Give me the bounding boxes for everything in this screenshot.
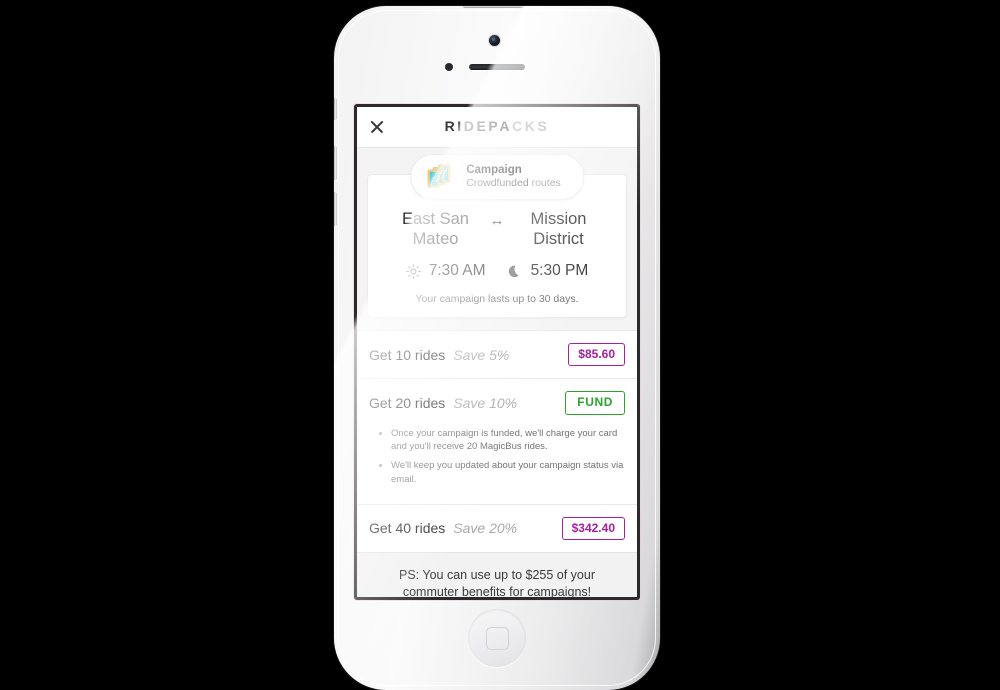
pack-label: Get 10 rides: [369, 346, 446, 363]
pack-save-label: Save 20%: [453, 520, 518, 537]
earpiece-speaker-icon: [469, 64, 525, 70]
route-destination: Mission District: [530, 210, 587, 249]
pack-row[interactable]: Get 40 rides Save 20% $342.40: [357, 503, 637, 552]
moon-icon: [508, 265, 519, 277]
campaign-card-wrapper: Campaign Crowdfunded routes East San Mat…: [357, 148, 637, 319]
power-button[interactable]: [462, 6, 524, 8]
pack-price-button[interactable]: $85.60: [568, 343, 625, 367]
pack-detail-item: We'll keep you updated about your campai…: [391, 459, 625, 487]
campaign-duration-note: Your campaign lasts up to 30 days.: [415, 293, 579, 306]
map-cards-icon: [427, 164, 451, 188]
pack-header[interactable]: Get 40 rides Save 20% $342.40: [357, 505, 637, 552]
section-gap: [357, 318, 637, 331]
commuter-benefits-note: PS: You can use up to $255 of your commu…: [357, 551, 637, 597]
route-origin: East San Mateo: [402, 210, 469, 249]
fund-button[interactable]: FUND: [565, 391, 625, 415]
campaign-card: Campaign Crowdfunded routes East San Mat…: [367, 154, 627, 319]
route-times: 7:30 AM 5:30 PM: [378, 262, 616, 280]
morning-time: 7:30 AM: [428, 262, 486, 280]
pack-save-label: Save 10%: [453, 395, 518, 412]
pack-detail-item: Once your campaign is funded, we'll char…: [391, 427, 625, 455]
page-title: RIDEPACKS: [357, 118, 637, 134]
home-button[interactable]: [468, 609, 526, 667]
pack-label: Get 40 rides: [369, 520, 446, 537]
silent-switch[interactable]: [334, 98, 337, 120]
campaign-badge-subtitle-strong: Crowdfunded: [466, 177, 529, 190]
volume-up-button[interactable]: [334, 146, 337, 180]
front-camera-icon: [489, 35, 500, 46]
pack-row[interactable]: Get 20 rides Save 10% FUND Once your cam…: [357, 378, 637, 504]
app-header: RIDEPACKS: [357, 107, 637, 148]
morning-departure: 7:30 AM: [405, 262, 486, 280]
campaign-badge-subtitle-rest: routes: [528, 177, 561, 190]
evening-departure: 5:30 PM: [508, 262, 589, 280]
pack-details: Once your campaign is funded, we'll char…: [357, 427, 637, 504]
app-body: Campaign Crowdfunded routes East San Mat…: [357, 148, 637, 597]
pack-price-button[interactable]: $342.40: [561, 516, 625, 540]
phone-screen: RIDEPACKS Campaign Crowdfunded routes Ea…: [357, 107, 637, 597]
campaign-badge[interactable]: Campaign Crowdfunded routes: [410, 154, 584, 200]
home-button-square-icon: [486, 627, 509, 650]
pack-row[interactable]: Get 10 rides Save 5% $85.60: [357, 330, 637, 379]
evening-time: 5:30 PM: [530, 262, 589, 280]
page-title-dark: RIDEPA: [444, 118, 513, 134]
route-arrow-icon: ↔: [489, 211, 505, 229]
campaign-badge-subtitle: Crowdfunded routes: [466, 177, 561, 190]
campaign-badge-text: Campaign Crowdfunded routes: [466, 163, 561, 191]
pack-header[interactable]: Get 20 rides Save 10% FUND: [357, 379, 637, 426]
screenshot-stage: RIDEPACKS Campaign Crowdfunded routes Ea…: [0, 0, 1000, 690]
campaign-badge-title: Campaign: [466, 164, 522, 176]
screen-bezel: RIDEPACKS Campaign Crowdfunded routes Ea…: [354, 104, 640, 600]
pack-save-label: Save 5%: [453, 346, 510, 363]
pack-label: Get 20 rides: [369, 395, 446, 412]
phone-device: RIDEPACKS Campaign Crowdfunded routes Ea…: [334, 6, 660, 690]
sun-icon: [405, 264, 421, 279]
route-summary: East San Mateo ↔ Mission District: [378, 209, 616, 249]
volume-down-button[interactable]: [334, 192, 337, 226]
pack-header[interactable]: Get 10 rides Save 5% $85.60: [357, 331, 637, 378]
proximity-sensor-icon: [445, 63, 453, 71]
page-title-light: CKS: [512, 118, 550, 134]
